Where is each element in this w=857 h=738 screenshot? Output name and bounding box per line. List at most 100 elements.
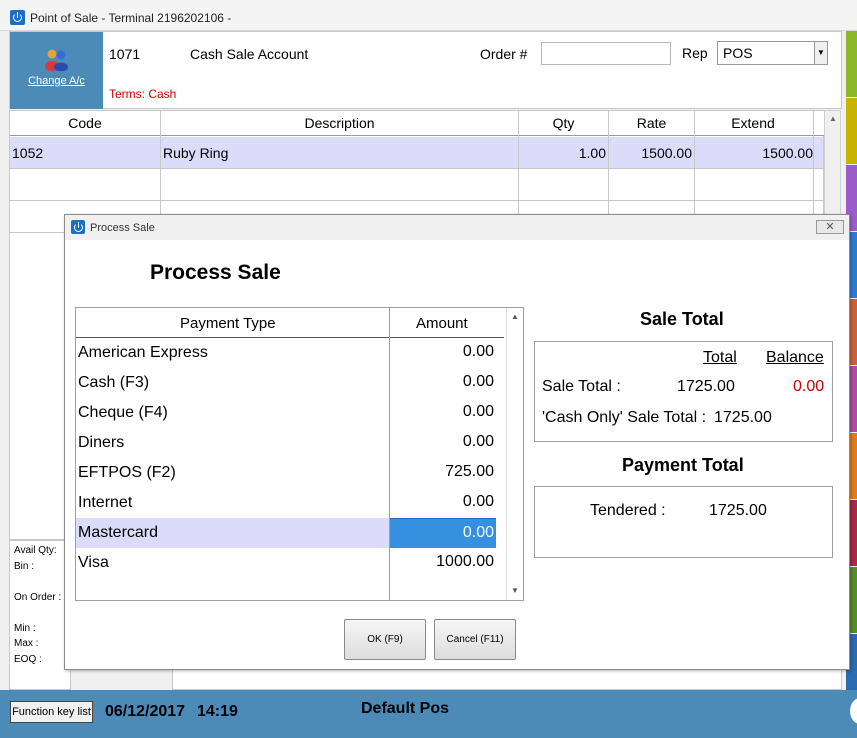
list-item[interactable]: EFTPOS (F2) 725.00 — [76, 458, 498, 488]
function-color-tab[interactable] — [846, 98, 857, 164]
payment-table-divider — [389, 308, 390, 600]
ok-button[interactable]: OK (F9) — [344, 619, 426, 660]
payment-amount[interactable]: 0.00 — [390, 428, 496, 458]
payment-type: Internet — [78, 494, 133, 511]
change-account-button[interactable]: Change A/c — [10, 32, 103, 109]
notes-area — [172, 668, 842, 690]
payment-type: EFTPOS (F2) — [78, 464, 176, 481]
dialog-titlebar: Process Sale ✕ — [65, 215, 849, 240]
status-date: 06/12/2017 — [105, 703, 186, 720]
payment-total-box: Tendered : 1725.00 — [534, 486, 833, 558]
dialog-close-button[interactable]: ✕ — [816, 220, 844, 234]
on-order-label: On Order : — [14, 592, 62, 603]
col-extend[interactable]: Extend — [695, 115, 811, 131]
rep-select[interactable]: POS ▼ — [717, 41, 828, 65]
status-bar: Function key list 06/12/2017 14:19 Defau… — [0, 690, 857, 738]
sale-total-value: 1725.00 — [677, 378, 735, 395]
col-payment-type[interactable]: Payment Type — [180, 315, 276, 332]
payment-amount[interactable]: 0.00 — [390, 398, 496, 428]
payment-amount[interactable]: 0.00 — [390, 338, 496, 368]
payment-type: American Express — [78, 344, 208, 361]
max-label: Max : — [14, 638, 39, 649]
payment-type-table: Payment Type Amount American Express 0.0… — [75, 307, 524, 601]
cell-description: Ruby Ring — [163, 145, 229, 161]
cell-extend: 1500.00 — [762, 145, 813, 161]
payment-type: Cash (F3) — [78, 374, 150, 391]
account-code: 1071 — [109, 46, 141, 62]
table-row[interactable]: 1052 Ruby Ring 1.00 1500.00 1500.00 — [10, 137, 823, 169]
rep-value: POS — [723, 45, 753, 61]
list-item[interactable]: Mastercard 0.00 — [76, 518, 498, 548]
order-number-input[interactable] — [541, 42, 671, 65]
col-code[interactable]: Code — [10, 115, 160, 131]
app-power-icon — [10, 10, 25, 25]
dialog-title: Process Sale — [90, 222, 155, 234]
payment-table-scrollbar[interactable]: ▲ ▼ — [506, 308, 523, 600]
sale-total-box: Total Balance Sale Total : 1725.00 0.00 … — [534, 341, 833, 442]
dialog-power-icon — [71, 220, 85, 234]
scroll-down-icon[interactable]: ▼ — [511, 586, 519, 595]
balance-column-label: Balance — [766, 349, 824, 366]
payment-type: Visa — [78, 554, 109, 571]
sale-total-label: Sale Total : — [542, 378, 621, 395]
bin-label: Bin : — [14, 561, 35, 572]
stock-info-panel: Avail Qty: Bin : On Order : Min : Max : … — [9, 540, 71, 690]
payment-amount-input[interactable]: 0.00 — [390, 518, 496, 548]
dialog-heading: Process Sale — [150, 261, 281, 284]
payment-amount[interactable]: 1000.00 — [390, 548, 496, 578]
list-item[interactable]: Cheque (F4) 0.00 — [76, 398, 498, 428]
close-icon: ✕ — [825, 221, 835, 233]
list-item[interactable]: Cash (F3) 0.00 — [76, 368, 498, 398]
status-pos-name: Default Pos — [361, 700, 450, 717]
cell-qty: 1.00 — [578, 145, 606, 161]
total-column-label: Total — [703, 349, 737, 366]
users-icon — [45, 49, 68, 71]
payment-amount[interactable]: 0.00 — [390, 488, 496, 518]
min-label: Min : — [14, 623, 36, 634]
chevron-down-icon[interactable]: ▼ — [814, 42, 827, 64]
eoq-label: EOQ : — [14, 654, 42, 665]
function-color-tab[interactable] — [846, 31, 857, 97]
tendered-label: Tendered : — [590, 502, 666, 519]
balance-value: 0.00 — [793, 378, 825, 395]
cash-only-value: 1725.00 — [714, 409, 772, 426]
payment-type: Mastercard — [76, 518, 389, 548]
avail-qty-label: Avail Qty: — [14, 545, 57, 556]
grid-header: Code Description Qty Rate Extend — [10, 111, 825, 136]
payment-total-title: Payment Total — [622, 455, 744, 475]
col-rate[interactable]: Rate — [609, 115, 694, 131]
corner-button[interactable] — [850, 698, 857, 724]
payment-amount[interactable]: 0.00 — [390, 368, 496, 398]
cell-code: 1052 — [12, 145, 44, 161]
payment-table-header: Payment Type Amount — [76, 308, 504, 338]
tendered-value: 1725.00 — [709, 502, 767, 519]
process-sale-dialog: Process Sale ✕ Process Sale Payment Type… — [64, 214, 850, 670]
payment-amount[interactable]: 725.00 — [390, 458, 496, 488]
payment-type: Diners — [78, 434, 125, 451]
scroll-up-icon[interactable]: ▲ — [511, 312, 519, 321]
scroll-up-icon[interactable]: ▲ — [829, 114, 837, 123]
window-title: Point of Sale - Terminal 2196202106 - — [30, 11, 232, 25]
window-titlebar: Point of Sale - Terminal 2196202106 - — [0, 0, 857, 31]
payment-type: Cheque (F4) — [78, 404, 168, 421]
cell-rate: 1500.00 — [641, 145, 692, 161]
sale-total-title: Sale Total — [640, 309, 724, 329]
cash-only-label: 'Cash Only' Sale Total : — [542, 409, 707, 426]
col-amount[interactable]: Amount — [416, 315, 468, 332]
function-key-list-button[interactable]: Function key list — [10, 701, 93, 723]
cancel-button-label: Cancel (F11) — [446, 634, 504, 645]
col-qty[interactable]: Qty — [519, 115, 608, 131]
list-item[interactable]: Visa 1000.00 — [76, 548, 498, 578]
table-row[interactable] — [10, 169, 823, 201]
list-item[interactable]: Diners 0.00 — [76, 428, 498, 458]
account-header: Change A/c 1071 Cash Sale Account Order … — [9, 31, 842, 109]
col-description[interactable]: Description — [161, 115, 518, 131]
status-time: 14:19 — [197, 703, 238, 720]
change-account-label: Change A/c — [28, 75, 85, 87]
list-item[interactable]: American Express 0.00 — [76, 338, 498, 368]
rep-label: Rep — [682, 45, 708, 61]
list-item[interactable]: Internet 0.00 — [76, 488, 498, 518]
cancel-button[interactable]: Cancel (F11) — [434, 619, 516, 660]
ok-button-label: OK (F9) — [367, 634, 403, 645]
terms-text: Terms: Cash — [109, 87, 177, 101]
